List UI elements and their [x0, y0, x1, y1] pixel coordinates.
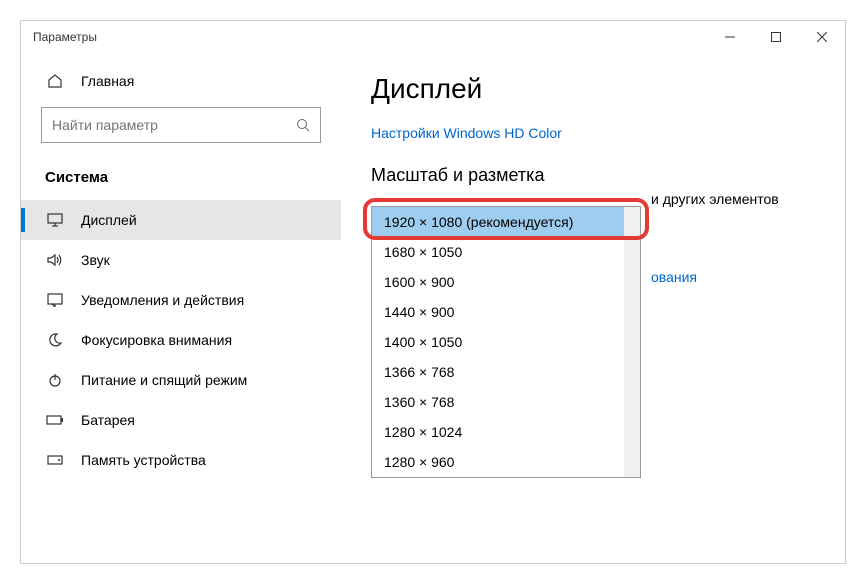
titlebar: Параметры: [21, 21, 845, 53]
nav-label: Память устройства: [81, 452, 206, 468]
resolution-option[interactable]: 1400 × 1050: [372, 327, 624, 357]
search-icon: [296, 118, 310, 132]
monitor-icon: [45, 213, 65, 227]
sidebar-item-display[interactable]: Дисплей: [21, 200, 341, 240]
section-header: Система: [21, 159, 341, 200]
nav-label: Звук: [81, 252, 110, 268]
home-icon: [45, 73, 65, 89]
resolution-option[interactable]: 1280 × 1024: [372, 417, 624, 447]
storage-icon: [45, 455, 65, 465]
maximize-button[interactable]: [753, 21, 799, 53]
main-panel: Дисплей Настройки Windows HD Color Масшт…: [341, 53, 845, 563]
partial-text-elements: и других элементов: [651, 191, 779, 207]
home-button[interactable]: Главная: [21, 63, 341, 99]
power-icon: [45, 373, 65, 387]
settings-window: Параметры Главная Система Дисплей: [20, 20, 846, 564]
nav-label: Питание и спящий режим: [81, 372, 247, 388]
sidebar: Главная Система Дисплей Звук Уведомления…: [21, 53, 341, 563]
search-input[interactable]: [52, 117, 296, 133]
sidebar-item-notifications[interactable]: Уведомления и действия: [21, 280, 341, 320]
page-title: Дисплей: [371, 73, 815, 105]
nav-label: Фокусировка внимания: [81, 332, 232, 348]
sidebar-item-storage[interactable]: Память устройства: [21, 440, 341, 480]
battery-icon: [45, 415, 65, 425]
resolution-option[interactable]: 1280 × 960: [372, 447, 624, 477]
sidebar-item-sound[interactable]: Звук: [21, 240, 341, 280]
nav-label: Уведомления и действия: [81, 292, 244, 308]
resolution-option[interactable]: 1360 × 768: [372, 387, 624, 417]
nav-label: Дисплей: [81, 212, 137, 228]
sidebar-item-focus[interactable]: Фокусировка внимания: [21, 320, 341, 360]
notification-icon: [45, 293, 65, 307]
resolution-option[interactable]: 1440 × 900: [372, 297, 624, 327]
nav-label: Батарея: [81, 412, 135, 428]
hd-color-link[interactable]: Настройки Windows HD Color: [371, 125, 562, 141]
window-title: Параметры: [33, 30, 707, 44]
dropdown-list[interactable]: 1920 × 1080 (рекомендуется) 1680 × 1050 …: [372, 207, 640, 477]
search-box[interactable]: [41, 107, 321, 143]
resolution-option[interactable]: 1600 × 900: [372, 267, 624, 297]
scale-heading: Масштаб и разметка: [371, 165, 815, 186]
window-controls: [707, 21, 845, 53]
resolution-dropdown[interactable]: 1920 × 1080 (рекомендуется) 1680 × 1050 …: [371, 206, 641, 478]
sidebar-item-power[interactable]: Питание и спящий режим: [21, 360, 341, 400]
home-label: Главная: [81, 73, 134, 89]
content-area: Главная Система Дисплей Звук Уведомления…: [21, 53, 845, 563]
resolution-dropdown-container: 1920 × 1080 (рекомендуется) 1680 × 1050 …: [371, 206, 815, 478]
resolution-option[interactable]: 1366 × 768: [372, 357, 624, 387]
sidebar-item-battery[interactable]: Батарея: [21, 400, 341, 440]
moon-icon: [45, 333, 65, 347]
close-button[interactable]: [799, 21, 845, 53]
minimize-button[interactable]: [707, 21, 753, 53]
resolution-option[interactable]: 1680 × 1050: [372, 237, 624, 267]
sound-icon: [45, 253, 65, 267]
resolution-option[interactable]: 1920 × 1080 (рекомендуется): [372, 207, 624, 237]
